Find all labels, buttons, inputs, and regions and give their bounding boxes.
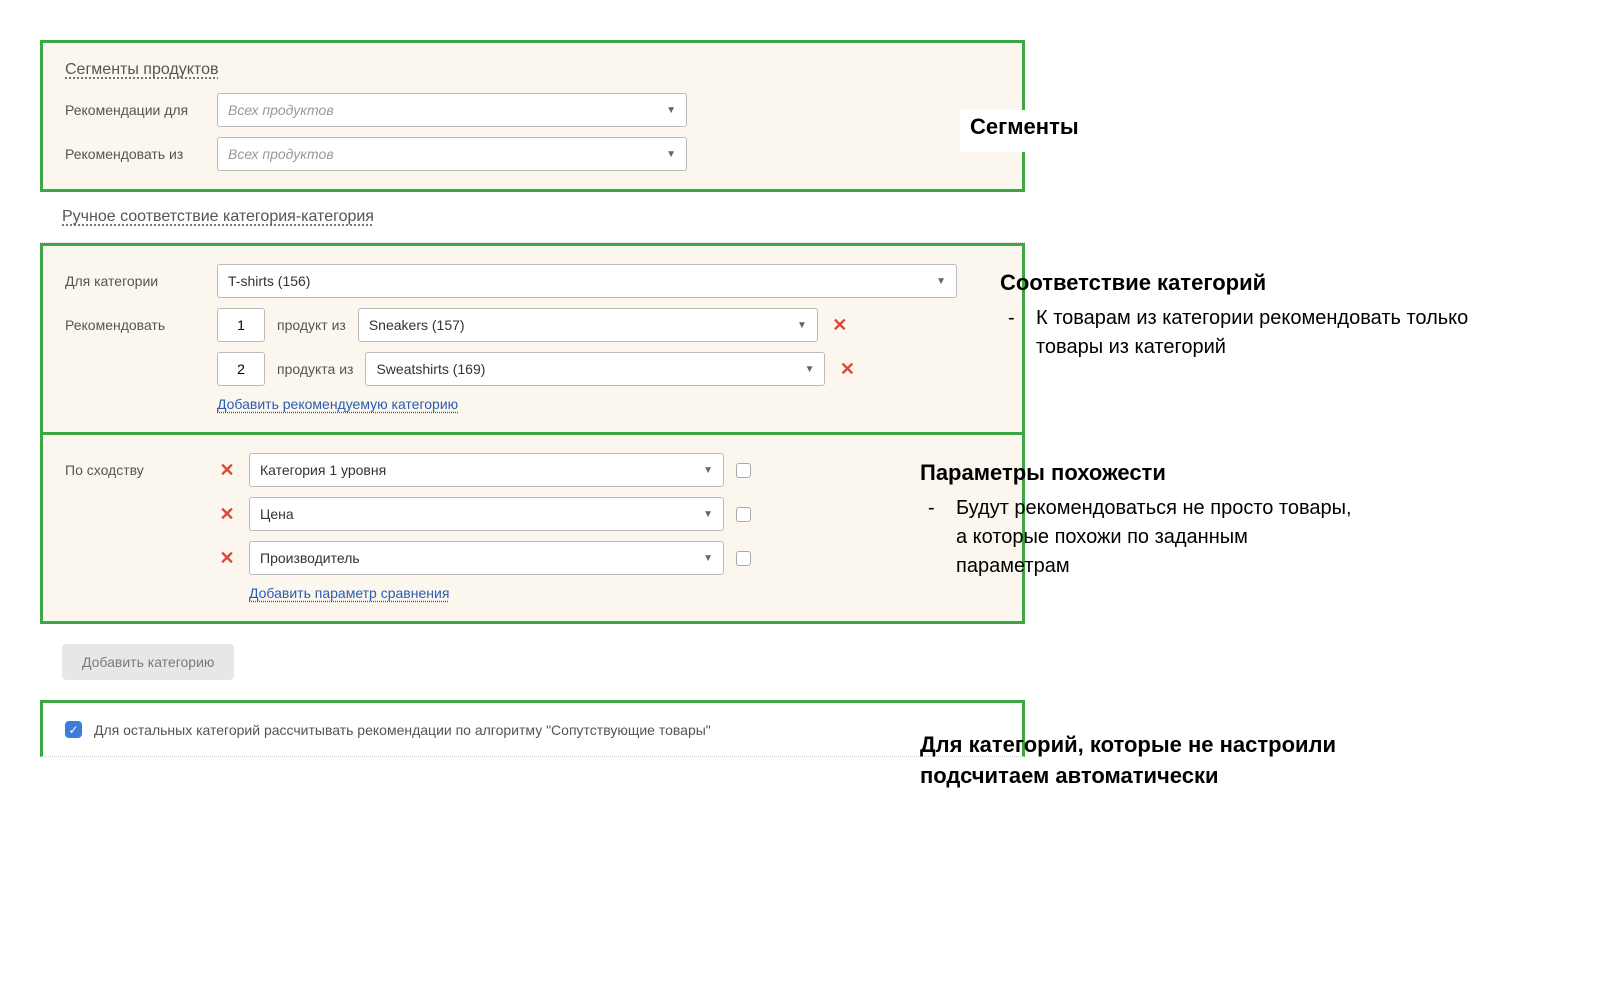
- similarity-label: По сходству: [65, 462, 205, 478]
- add-category-button[interactable]: Добавить категорию: [62, 644, 234, 680]
- checkmark-icon: ✓: [68, 723, 78, 737]
- caret-down-icon: ▼: [805, 364, 815, 375]
- recommend-category-value-1: Sweatshirts (169): [376, 361, 485, 377]
- for-category-label: Для категории: [65, 273, 205, 289]
- add-similarity-param-link[interactable]: Добавить параметр сравнения: [249, 585, 449, 601]
- remove-row-icon-1[interactable]: ✕: [837, 359, 857, 380]
- caret-down-icon: ▼: [797, 320, 807, 331]
- recommend-category-select-1[interactable]: Sweatshirts (169) ▼: [365, 352, 825, 386]
- similarity-select-2[interactable]: Производитель ▼: [249, 541, 724, 575]
- for-category-select[interactable]: T-shirts (156) ▼: [217, 264, 957, 298]
- caret-down-icon: ▼: [936, 276, 946, 287]
- similarity-remove-icon-1[interactable]: ✕: [217, 504, 237, 525]
- similarity-remove-icon-2[interactable]: ✕: [217, 548, 237, 569]
- add-recommended-category-link[interactable]: Добавить рекомендуемую категорию: [217, 396, 458, 412]
- rec-from-label: Рекомендовать из: [65, 146, 205, 162]
- similarity-value-1: Цена: [260, 506, 294, 522]
- annotation-similarity-title: Параметры похожести: [920, 460, 1360, 486]
- similarity-select-0[interactable]: Категория 1 уровня ▼: [249, 453, 724, 487]
- rec-from-select[interactable]: Всех продуктов ▼: [217, 137, 687, 171]
- rec-for-label: Рекомендации для: [65, 102, 205, 118]
- main-settings-panel: Сегменты продуктов Рекомендации для Всех…: [40, 40, 1025, 757]
- rec-for-value: Всех продуктов: [228, 102, 334, 118]
- rec-from-value: Всех продуктов: [228, 146, 334, 162]
- annotation-segments-title: Сегменты: [970, 114, 1079, 140]
- similarity-section: По сходству ✕ Категория 1 уровня ▼ ✕ Цен…: [40, 435, 1025, 624]
- add-category-row: Добавить категорию: [40, 624, 1025, 700]
- rec-for-select[interactable]: Всех продуктов ▼: [217, 93, 687, 127]
- manual-match-header: Ручное соответствие категория-категория: [40, 192, 1025, 243]
- product-from-label-1: продукта из: [277, 361, 353, 377]
- similarity-select-1[interactable]: Цена ▼: [249, 497, 724, 531]
- footer-checkbox[interactable]: ✓: [65, 721, 82, 738]
- caret-down-icon: ▼: [666, 105, 676, 116]
- similarity-value-2: Производитель: [260, 550, 360, 566]
- segments-section: Сегменты продуктов Рекомендации для Всех…: [40, 40, 1025, 192]
- caret-down-icon: ▼: [703, 509, 713, 520]
- manual-match-title: Ручное соответствие категория-категория: [62, 208, 1003, 226]
- similarity-checkbox-0[interactable]: [736, 463, 751, 478]
- similarity-value-0: Категория 1 уровня: [260, 462, 386, 478]
- similarity-checkbox-2[interactable]: [736, 551, 751, 566]
- recommend-label: Рекомендовать: [65, 317, 205, 333]
- footer-section: ✓ Для остальных категорий рассчитывать р…: [40, 700, 1025, 757]
- recommend-category-select-0[interactable]: Sneakers (157) ▼: [358, 308, 818, 342]
- recommend-count-input-0[interactable]: [217, 308, 265, 342]
- annotation-auto-text: Для категорий, которые не настроили подс…: [920, 730, 1360, 792]
- footer-text: Для остальных категорий рассчитывать рек…: [94, 722, 711, 738]
- similarity-checkbox-1[interactable]: [736, 507, 751, 522]
- caret-down-icon: ▼: [666, 149, 676, 160]
- remove-row-icon-0[interactable]: ✕: [830, 315, 850, 336]
- category-mapping-section: Для категории T-shirts (156) ▼ Рекомендо…: [40, 243, 1025, 435]
- for-category-value: T-shirts (156): [228, 273, 310, 289]
- annotation-similarity-bullet: Будут рекомендоваться не просто товары, …: [956, 494, 1360, 581]
- caret-down-icon: ▼: [703, 465, 713, 476]
- recommend-count-input-1[interactable]: [217, 352, 265, 386]
- annotation-match-bullet: К товарам из категории рекомендовать тол…: [1036, 304, 1540, 362]
- product-from-label-0: продукт из: [277, 317, 346, 333]
- caret-down-icon: ▼: [703, 553, 713, 564]
- annotation-match-title: Соответствие категорий: [1000, 270, 1540, 296]
- similarity-remove-icon-0[interactable]: ✕: [217, 460, 237, 481]
- recommend-category-value-0: Sneakers (157): [369, 317, 465, 333]
- segments-title: Сегменты продуктов: [65, 61, 1000, 79]
